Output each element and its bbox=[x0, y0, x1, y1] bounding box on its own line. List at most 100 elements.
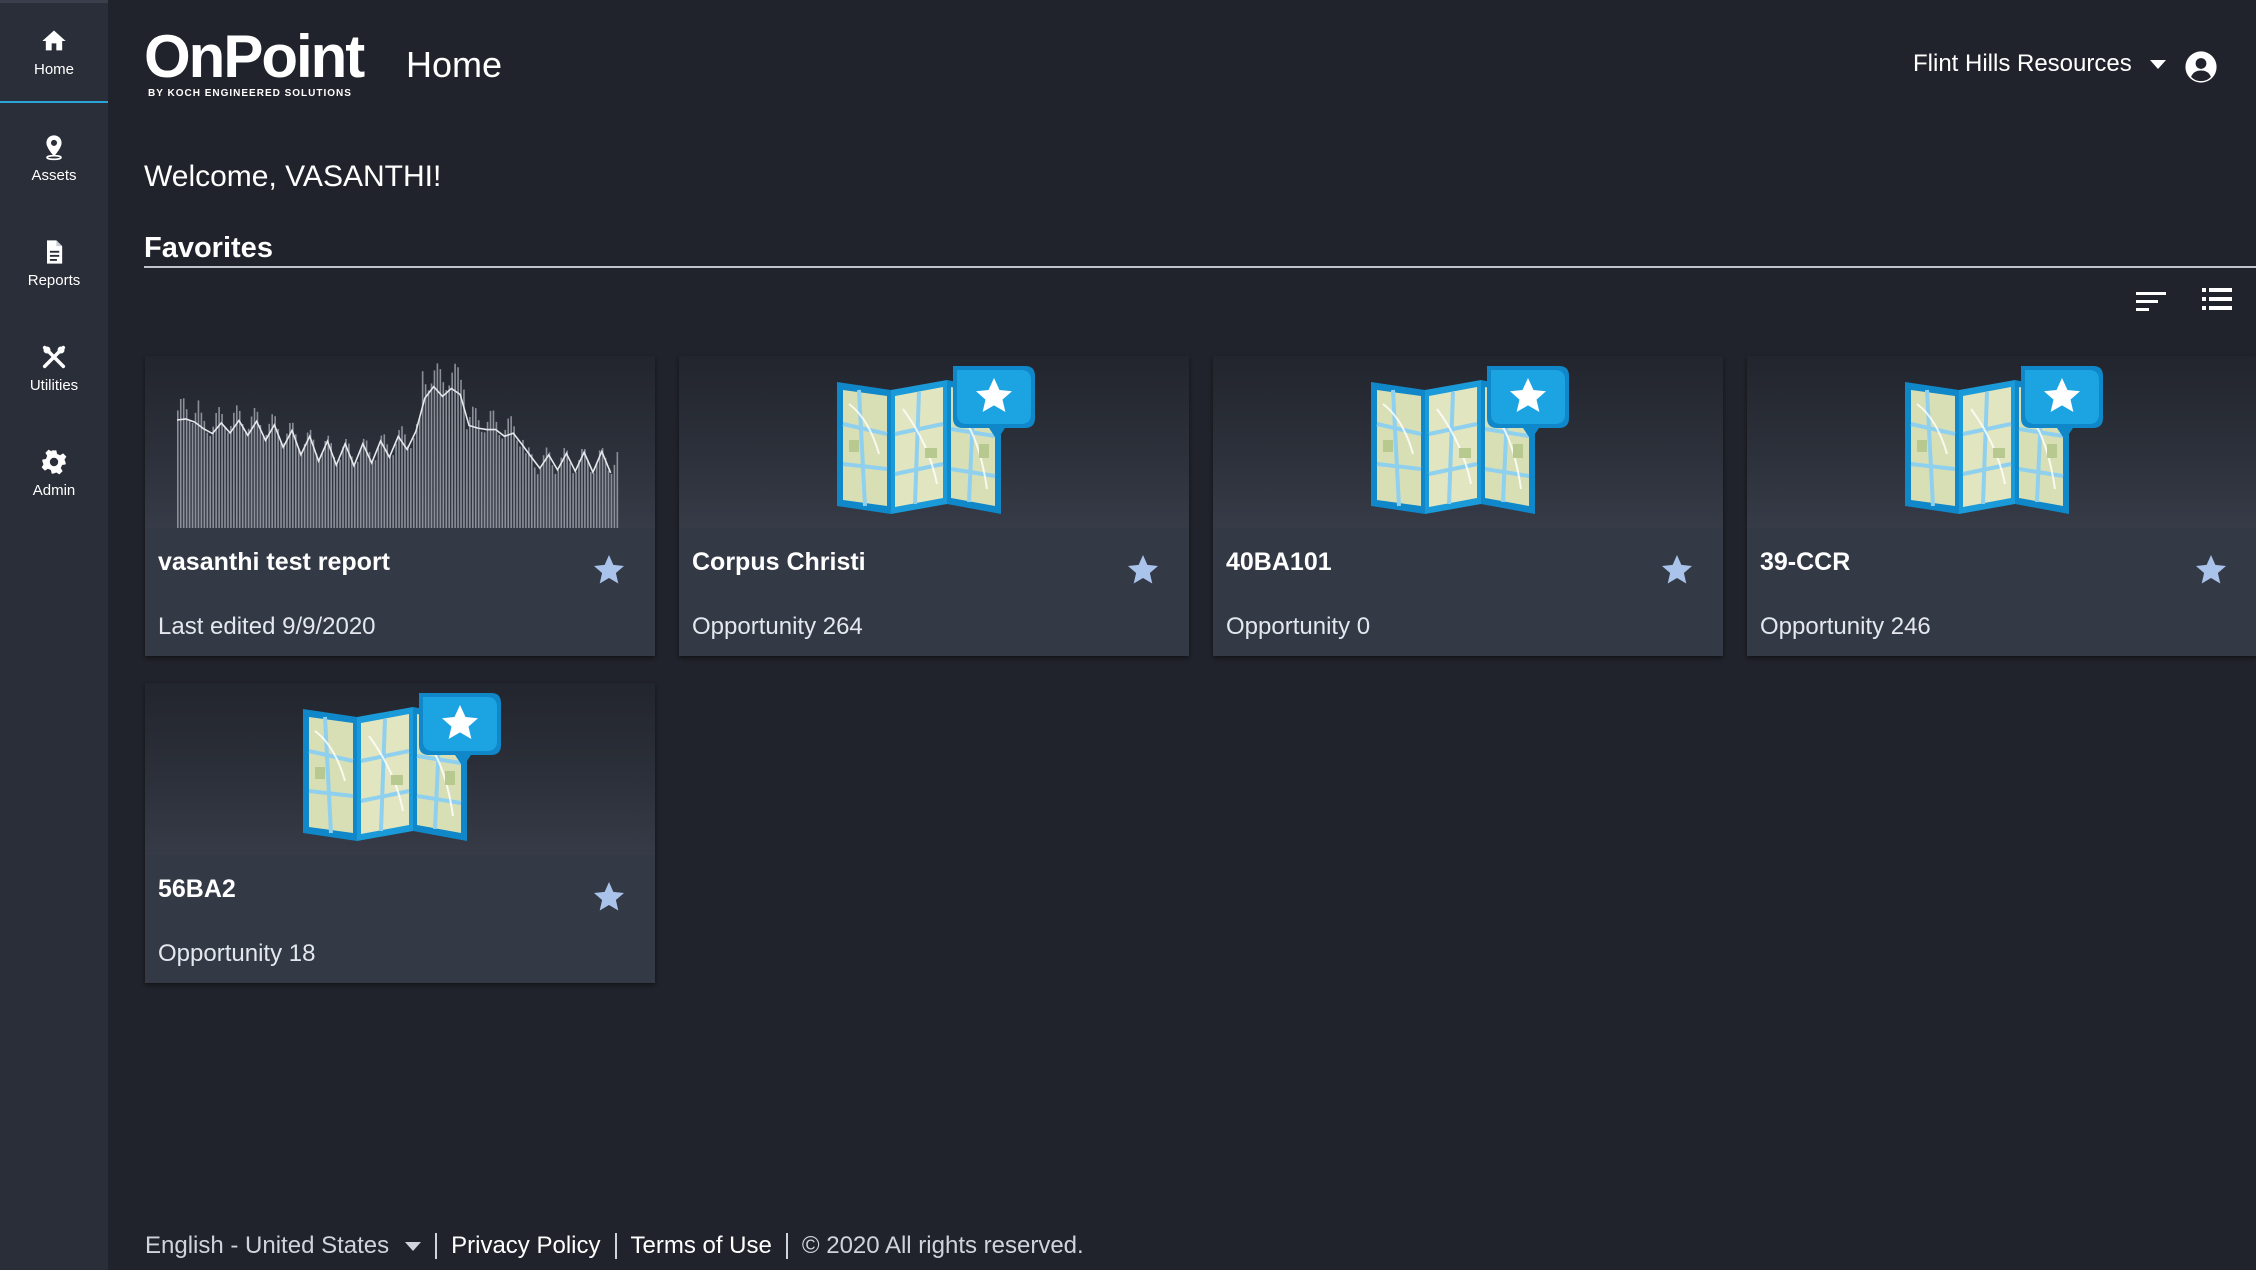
thumbnail-bar bbox=[531, 454, 533, 528]
nav-item-reports[interactable]: Reports bbox=[0, 213, 108, 313]
thumbnail-bar bbox=[457, 367, 459, 528]
map-thumbnail bbox=[1213, 356, 1723, 528]
thumbnail-bar bbox=[436, 363, 439, 528]
nav-item-assets[interactable]: Assets bbox=[0, 108, 108, 208]
favorite-card-39-ccr[interactable]: 39-CCR Opportunity 246 bbox=[1747, 356, 2256, 656]
language-label: English - United States bbox=[145, 1232, 390, 1259]
nav-item-utilities[interactable]: Utilities bbox=[0, 318, 108, 418]
thumbnail-bar bbox=[557, 470, 560, 528]
map-thumbnail bbox=[1747, 356, 2256, 528]
thumbnail-bar bbox=[590, 471, 592, 528]
favorite-card-report[interactable]: vasanthi test report Last edited 9/9/202… bbox=[145, 356, 655, 656]
nav-label-utilities: Utilities bbox=[29, 376, 79, 394]
chevron-down-icon bbox=[2149, 59, 2166, 69]
thumbnail-bar bbox=[392, 455, 394, 528]
thumbnail-bar bbox=[209, 435, 212, 528]
welcome-message: Welcome, VASANTHI! bbox=[144, 160, 442, 193]
thumbnail-bar bbox=[283, 443, 285, 528]
language-selector[interactable]: English - United States bbox=[145, 1232, 422, 1260]
thumbnail-bar bbox=[542, 455, 545, 528]
tools-icon bbox=[42, 345, 66, 368]
thumbnail-bar bbox=[569, 462, 571, 528]
thumbnail-bar bbox=[477, 420, 480, 528]
map-thumbnail bbox=[679, 356, 1189, 528]
user-account-icon[interactable] bbox=[2184, 50, 2218, 84]
thumbnail-bar bbox=[548, 452, 551, 528]
thumbnail-bar bbox=[495, 421, 498, 528]
thumbnail-bar bbox=[289, 423, 291, 528]
list-view-icon[interactable] bbox=[2202, 286, 2232, 312]
onpoint-logo[interactable]: OnPoint BY KOCH ENGINEERED SOLUTIONS bbox=[144, 26, 384, 106]
thumbnail-bar bbox=[345, 438, 347, 528]
thumbnail-bar bbox=[560, 457, 563, 528]
thumbnail-bar bbox=[448, 385, 450, 528]
nav-label-home: Home bbox=[33, 60, 74, 78]
thumbnail-bar bbox=[354, 465, 356, 528]
chevron-down-icon bbox=[405, 1241, 422, 1251]
map-favorite-icon bbox=[1363, 364, 1573, 524]
thumbnail-bar bbox=[300, 452, 303, 528]
report-thumbnail bbox=[145, 356, 655, 528]
nav-item-home[interactable]: Home bbox=[0, 3, 108, 103]
gear-icon bbox=[41, 449, 67, 474]
thumbnail-bar bbox=[575, 471, 577, 528]
map-favorite-icon bbox=[1897, 364, 2107, 524]
thumbnail-bar bbox=[179, 398, 182, 528]
privacy-policy-link[interactable]: Privacy Policy bbox=[451, 1232, 600, 1260]
terms-of-use-link[interactable]: Terms of Use bbox=[631, 1232, 772, 1260]
thumbnail-bar bbox=[259, 425, 262, 528]
favorite-card-40ba101[interactable]: 40BA101 Opportunity 0 bbox=[1213, 356, 1723, 656]
thumbnail-bar bbox=[224, 426, 226, 528]
thumbnail-bar bbox=[312, 439, 315, 528]
thumbnail-bar bbox=[513, 426, 515, 528]
thumbnail-bar bbox=[359, 449, 362, 528]
thumbnail-bar bbox=[469, 417, 471, 528]
thumbnail-bar bbox=[466, 429, 468, 528]
thumbnail-bar bbox=[238, 410, 241, 528]
star-icon[interactable] bbox=[2193, 552, 2229, 588]
thumbnail-bar bbox=[315, 453, 318, 528]
thumbnail-bar bbox=[427, 390, 430, 528]
thumbnail-bar bbox=[486, 421, 489, 528]
nav-label-admin: Admin bbox=[32, 481, 76, 499]
thumbnail-bar bbox=[607, 470, 610, 528]
thumbnail-bar bbox=[528, 447, 530, 528]
star-icon[interactable] bbox=[1125, 552, 1161, 588]
thumbnail-bar bbox=[389, 454, 391, 528]
thumbnail-bar bbox=[265, 434, 268, 528]
thumbnail-bar bbox=[598, 450, 601, 528]
thumbnail-bar bbox=[185, 409, 188, 528]
thumbnail-bar bbox=[413, 438, 415, 528]
thumbnail-bar bbox=[203, 420, 206, 528]
sort-icon[interactable] bbox=[2136, 290, 2166, 312]
thumbnail-bar bbox=[536, 474, 539, 528]
thumbnail-bar bbox=[324, 441, 327, 528]
thumbnail-bar bbox=[430, 383, 433, 528]
nav-item-admin[interactable]: Admin bbox=[0, 423, 108, 523]
card-subtitle: Opportunity 18 bbox=[158, 940, 316, 967]
favorites-divider bbox=[144, 266, 2256, 268]
favorite-card-corpus-christi[interactable]: Corpus Christi Opportunity 264 bbox=[679, 356, 1189, 656]
card-subtitle: Opportunity 264 bbox=[692, 613, 863, 640]
thumbnail-bar bbox=[483, 432, 486, 528]
card-title: 56BA2 bbox=[158, 875, 236, 903]
favorite-card-56ba2[interactable]: 56BA2 Opportunity 18 bbox=[145, 683, 655, 983]
organization-dropdown[interactable]: Flint Hills Resources bbox=[1913, 50, 2166, 78]
thumbnail-bar bbox=[601, 448, 604, 528]
thumbnail-bar bbox=[212, 426, 214, 528]
thumbnail-bar bbox=[250, 416, 253, 528]
star-icon[interactable] bbox=[591, 879, 627, 915]
favorites-heading: Favorites bbox=[144, 232, 273, 264]
thumbnail-bar bbox=[572, 473, 574, 528]
thumbnail-bar bbox=[584, 449, 586, 528]
thumbnail-bar bbox=[539, 468, 542, 528]
thumbnail-bar bbox=[474, 408, 477, 528]
thumbnail-bar bbox=[274, 416, 276, 528]
thumbnail-bar bbox=[351, 456, 353, 528]
thumbnail-bar bbox=[377, 447, 380, 528]
thumbnail-bar bbox=[327, 435, 330, 528]
thumbnail-bar bbox=[554, 473, 557, 528]
star-icon[interactable] bbox=[591, 552, 627, 588]
thumbnail-bar bbox=[336, 464, 338, 528]
star-icon[interactable] bbox=[1659, 552, 1695, 588]
